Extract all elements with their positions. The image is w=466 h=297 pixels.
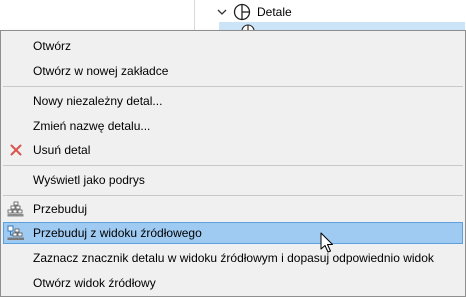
rebuild-from-source-icon	[7, 225, 25, 241]
menu-separator	[3, 195, 463, 196]
menu-item-open-source-view[interactable]: Otwórz widok źródłowy	[3, 272, 463, 294]
tree-node-label: Detale	[257, 5, 292, 19]
context-menu: Otwórz Otwórz w nowej zakładce Nowy niez…	[0, 30, 466, 297]
menu-item-label: Otwórz widok źródłowy	[33, 276, 156, 290]
tree-node-details[interactable]: Detale	[215, 2, 292, 22]
menu-item-label: Usuń detal	[33, 143, 91, 157]
menu-item-open-new-tab[interactable]: Otwórz w nowej zakładce	[3, 60, 463, 82]
menu-separator	[3, 86, 463, 87]
menu-item-label: Przebuduj	[33, 202, 88, 216]
menu-item-select-marker-in-source[interactable]: Zaznacz znacznik detalu w widoku źródłow…	[3, 247, 463, 269]
detail-marker-icon	[233, 3, 251, 21]
delete-x-icon	[7, 142, 25, 158]
menu-item-label: Wyświetl jako podrys	[33, 173, 145, 187]
menu-item-rebuild[interactable]: Przebuduj	[3, 198, 463, 220]
menu-item-show-as-trace[interactable]: Wyświetl jako podrys	[3, 169, 463, 191]
menu-item-label: Otwórz	[33, 39, 72, 53]
menu-item-label: Przebuduj z widoku źródłowego	[33, 226, 202, 240]
menu-item-new-independent-detail[interactable]: Nowy niezależny detal...	[3, 90, 463, 112]
menu-item-delete-detail[interactable]: Usuń detal	[3, 139, 463, 161]
mouse-cursor-icon	[320, 232, 336, 256]
menu-item-rename-detail[interactable]: Zmień nazwę detalu...	[3, 115, 463, 137]
menu-item-label: Nowy niezależny detal...	[33, 94, 163, 108]
menu-item-open[interactable]: Otwórz	[3, 35, 463, 57]
menu-item-label: Otwórz w nowej zakładce	[33, 64, 169, 78]
menu-item-label: Zmień nazwę detalu...	[33, 119, 151, 133]
menu-separator	[3, 165, 463, 166]
menu-item-label: Zaznacz znacznik detalu w widoku źródłow…	[33, 251, 434, 265]
menu-item-rebuild-from-source[interactable]: Przebuduj z widoku źródłowego	[3, 222, 463, 244]
chevron-down-icon[interactable]	[215, 5, 229, 19]
rebuild-icon	[7, 201, 25, 217]
